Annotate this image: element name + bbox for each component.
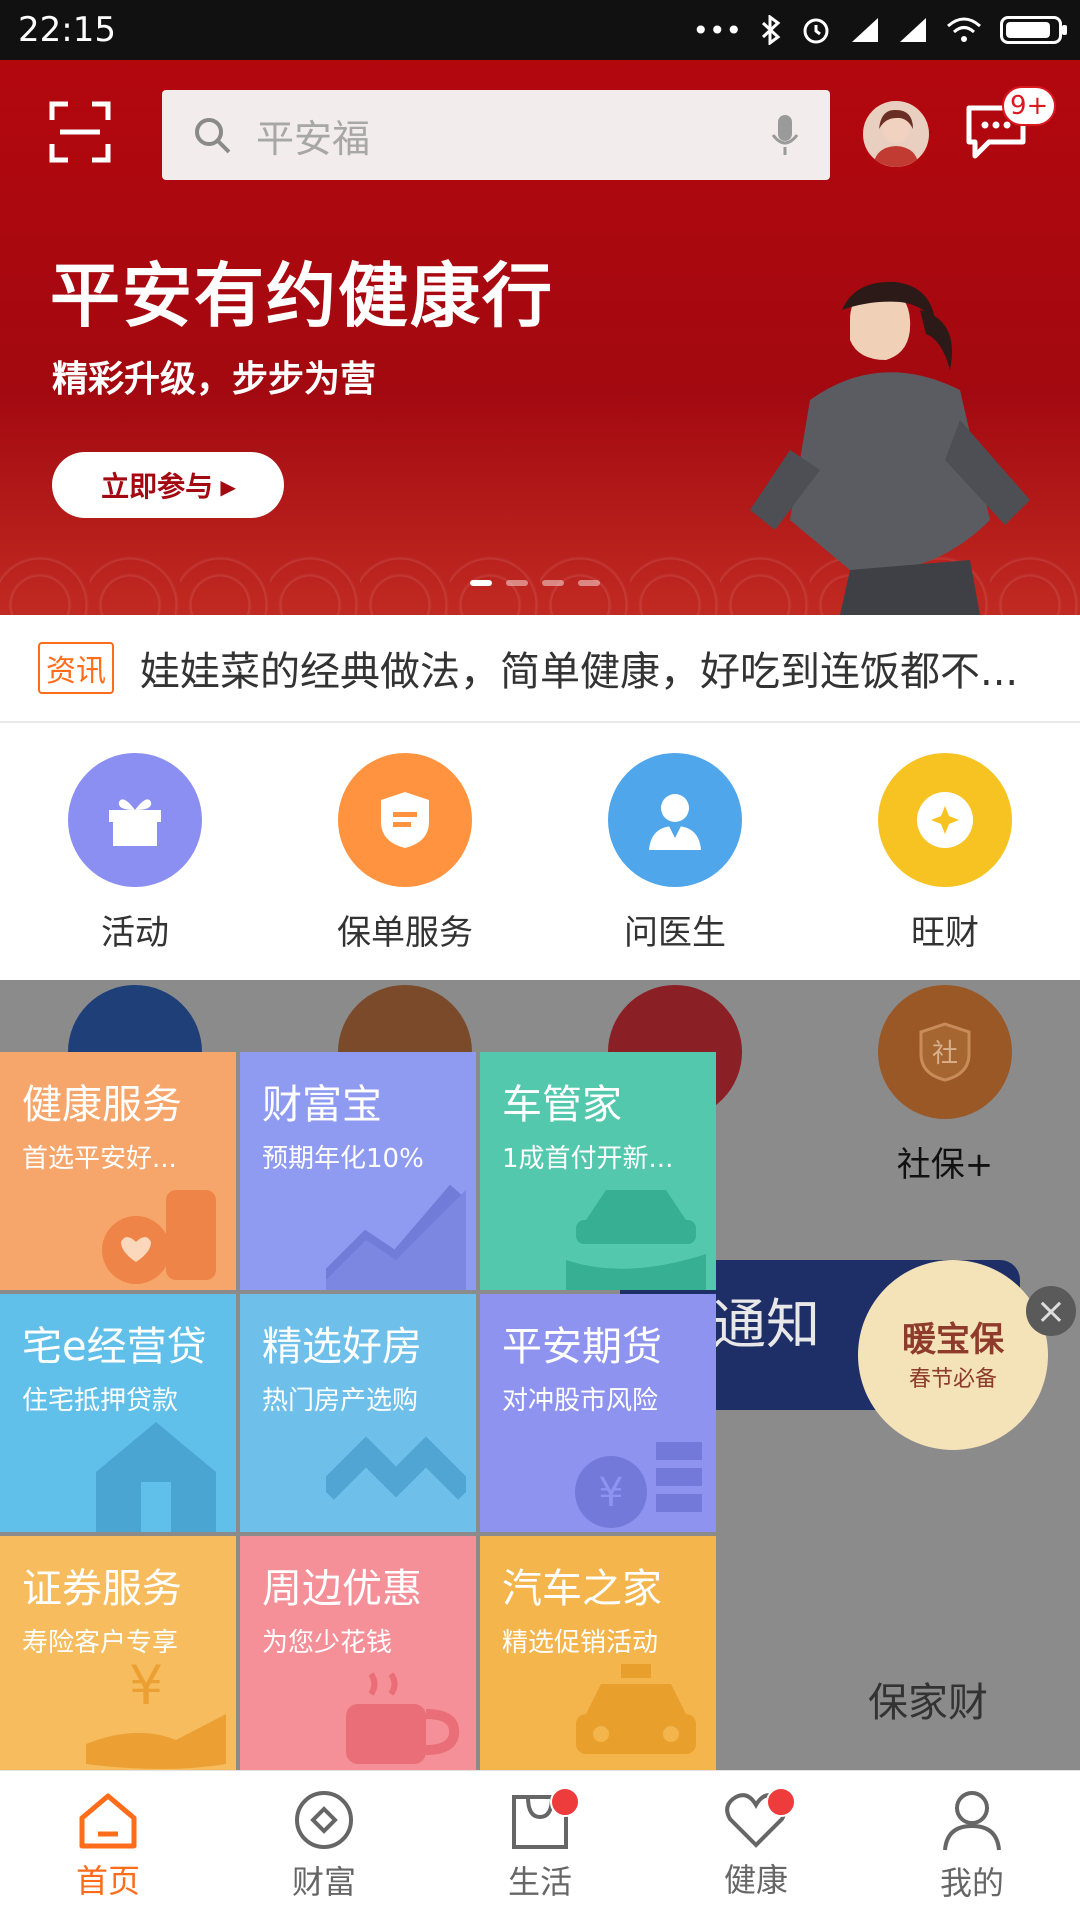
notice-banner-text: 通知 xyxy=(712,1293,820,1356)
quick-item-label: 旺财 xyxy=(911,913,979,953)
tab-health[interactable]: 健康 xyxy=(648,1771,864,1921)
tab-label: 健康 xyxy=(723,1861,788,1899)
tile-title: 周边优惠 xyxy=(262,1566,422,1612)
carousel-dot[interactable] xyxy=(506,580,528,586)
home-property-label: 保家财 xyxy=(868,1680,988,1726)
shield-icon xyxy=(338,753,472,887)
coins-icon: ¥ xyxy=(575,1442,702,1528)
svg-text:¥: ¥ xyxy=(129,1654,163,1717)
gift-icon xyxy=(68,753,202,887)
news-text[interactable]: 娃娃菜的经典做法，简单健康，好吃到连饭都不... xyxy=(140,639,1018,697)
tab-label: 生活 xyxy=(507,1863,572,1901)
tile-nearby-offers[interactable]: 周边优惠 为您少花钱 xyxy=(240,1536,476,1774)
tab-label: 财富 xyxy=(291,1863,356,1901)
more-icon: ••• xyxy=(692,13,742,47)
tile-home-loan[interactable]: 宅e经营贷 住宅抵押贷款 xyxy=(0,1294,236,1532)
join-now-button[interactable]: 立即参与 ▸ xyxy=(52,452,284,518)
wifi-icon xyxy=(947,17,981,42)
tile-title: 精选好房 xyxy=(262,1324,422,1370)
hand-yen-icon: ¥ xyxy=(86,1654,226,1769)
signal-icon-2 xyxy=(900,18,926,42)
warm-insurance-float[interactable]: 暖宝保 春节必备 xyxy=(858,1260,1048,1450)
roof-icon xyxy=(326,1436,466,1500)
warm-subtitle: 春节必备 xyxy=(908,1367,997,1392)
avatar[interactable] xyxy=(860,98,932,170)
tile-health-service[interactable]: 健康服务 首选平安好... xyxy=(0,1052,236,1290)
quick-item-policy-service[interactable]: 保单服务 xyxy=(270,725,540,980)
tile-title: 车管家 xyxy=(502,1082,622,1128)
close-icon[interactable]: × xyxy=(1026,1286,1076,1336)
car-icon xyxy=(566,1190,706,1290)
quick-item-social-security[interactable]: 社 社保+ xyxy=(810,980,1080,1210)
quick-item-wangcai[interactable]: 旺财 xyxy=(810,725,1080,980)
quick-item-ask-doctor[interactable]: 问医生 xyxy=(540,725,810,980)
hero-subtitle: 精彩升级，步步为营 xyxy=(52,359,377,400)
alarm-icon xyxy=(803,18,829,44)
house-icon xyxy=(96,1422,216,1532)
tile-title: 财富宝 xyxy=(262,1082,382,1128)
user-icon xyxy=(943,1791,1001,1851)
taxi-icon xyxy=(576,1664,696,1754)
bottom-tab-bar: 首页 财富 生活 健康 我的 xyxy=(0,1770,1080,1921)
tab-badge xyxy=(550,1787,580,1817)
wealth-icon xyxy=(295,1791,353,1849)
news-tag: 资讯 xyxy=(38,642,114,694)
search-icon xyxy=(195,118,231,154)
coin-icon xyxy=(878,753,1012,887)
hero-banner[interactable]: 平安福 9+ 平安有约健康行 精彩升级，步步为营 立即参与 ▸ xyxy=(0,60,1080,615)
status-time: 22:15 xyxy=(18,10,116,50)
tab-life[interactable]: 生活 xyxy=(432,1771,648,1921)
tile-auto-home[interactable]: 汽车之家 精选促销活动 xyxy=(480,1536,716,1774)
tile-title: 健康服务 xyxy=(22,1082,182,1128)
carousel-dot[interactable] xyxy=(470,580,492,586)
tile-wealth-treasure[interactable]: 财富宝 预期年化10% xyxy=(240,1052,476,1290)
tile-selected-homes[interactable]: 精选好房 热门房产选购 xyxy=(240,1294,476,1532)
news-ticker[interactable]: 资讯 娃娃菜的经典做法，简单健康，好吃到连饭都不... xyxy=(0,615,1080,723)
tile-title: 证券服务 xyxy=(22,1566,182,1612)
home-icon xyxy=(79,1793,137,1849)
social-security-icon: 社 xyxy=(878,985,1012,1119)
quick-entry-row: 活动 保单服务 问医生 旺财 xyxy=(0,725,1080,980)
tile-title: 宅e经营贷 xyxy=(22,1324,207,1370)
battery-icon xyxy=(1000,16,1067,44)
search-bar[interactable]: 平安福 xyxy=(162,90,830,180)
tab-badge xyxy=(766,1787,796,1817)
warm-title: 暖宝保 xyxy=(902,1320,1004,1360)
tab-wealth[interactable]: 财富 xyxy=(216,1771,432,1921)
message-badge: 9+ xyxy=(1002,86,1057,126)
status-icons: ••• xyxy=(692,13,1067,47)
quick-item-label: 问医生 xyxy=(624,913,726,953)
chart-icon xyxy=(326,1184,466,1290)
quick-item-label: 保单服务 xyxy=(337,913,473,953)
status-bar: 22:15 ••• xyxy=(0,0,1080,60)
tab-home[interactable]: 首页 xyxy=(0,1771,216,1921)
tile-securities-service[interactable]: 证券服务 寿险客户专享 ¥ xyxy=(0,1536,236,1774)
search-placeholder[interactable]: 平安福 xyxy=(256,108,770,163)
bluetooth-icon xyxy=(761,15,781,45)
signal-icon xyxy=(852,18,878,42)
tab-me[interactable]: 我的 xyxy=(864,1771,1080,1921)
scan-icon[interactable] xyxy=(48,100,112,164)
doctor-icon xyxy=(608,753,742,887)
svg-text:社: 社 xyxy=(932,1039,958,1069)
tile-ping-an-futures[interactable]: 平安期货 对冲股市风险 ¥ xyxy=(480,1294,716,1532)
runner-image xyxy=(750,281,1030,615)
svg-text:¥: ¥ xyxy=(598,1470,623,1516)
quick-item-activity[interactable]: 活动 xyxy=(0,725,270,980)
health-icon xyxy=(102,1190,216,1284)
quick-item-label: 活动 xyxy=(101,913,169,953)
tile-title: 平安期货 xyxy=(502,1324,662,1370)
tab-label: 我的 xyxy=(939,1864,1004,1902)
carousel-indicator xyxy=(470,580,600,586)
microphone-icon[interactable] xyxy=(770,113,800,157)
service-tile-grid: 健康服务 首选平安好... 财富宝 预期年化10% 车管家 1成首付开新... … xyxy=(0,1052,720,1774)
carousel-dot[interactable] xyxy=(542,580,564,586)
tab-label: 首页 xyxy=(75,1862,140,1900)
tile-title: 汽车之家 xyxy=(502,1566,662,1612)
hero-title: 平安有约健康行 xyxy=(50,255,554,337)
quick-item-label: 社保+ xyxy=(896,1145,994,1185)
carousel-dot[interactable] xyxy=(578,580,600,586)
cup-icon xyxy=(346,1672,460,1764)
tile-car-manager[interactable]: 车管家 1成首付开新... xyxy=(480,1052,716,1290)
